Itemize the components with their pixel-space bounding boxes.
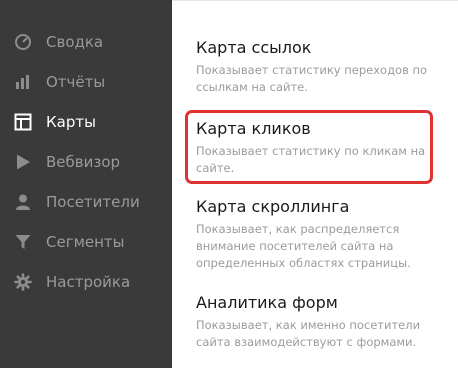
card-title: Карта скроллинга <box>196 197 350 216</box>
sidebar-item-segmenty[interactable]: Сегменты <box>0 222 172 262</box>
card-description: Показывает статистику переходов по ссылк… <box>196 63 428 94</box>
card-click-map[interactable]: Карта кликов Показывает статистику по кл… <box>196 118 454 177</box>
sidebar-item-otchety[interactable]: Отчёты <box>0 62 172 102</box>
sidebar-item-vebvizor[interactable]: Вебвизор <box>0 142 172 182</box>
dashboard-gauge-icon <box>14 33 32 51</box>
sidebar-item-label: Карты <box>46 113 96 131</box>
bar-chart-icon <box>14 73 32 91</box>
sidebar-item-posetiteli[interactable]: Посетители <box>0 182 172 222</box>
main-content: Карта ссылок Показывает статистику перех… <box>172 0 458 368</box>
play-icon <box>14 153 32 171</box>
sidebar-item-label: Настройка <box>46 273 131 291</box>
card-link-map[interactable]: Карта ссылок Показывает статистику перех… <box>196 37 454 96</box>
card-title: Карта кликов <box>196 119 311 138</box>
user-icon <box>14 193 32 211</box>
sidebar-item-nastroyka[interactable]: Настройка <box>0 262 172 302</box>
sidebar-item-label: Сегменты <box>46 233 125 251</box>
card-title: Аналитика форм <box>196 293 338 312</box>
card-form-analytics[interactable]: Аналитика форм Показывает, как именно по… <box>196 292 454 351</box>
sidebar-item-label: Вебвизор <box>46 153 121 171</box>
card-scroll-map[interactable]: Карта скроллинга Показывает, как распред… <box>196 196 454 272</box>
gear-icon <box>14 273 32 291</box>
card-title: Карта ссылок <box>196 38 312 57</box>
sidebar-item-label: Отчёты <box>46 73 106 91</box>
card-description: Показывает, как именно посетители сайта … <box>196 318 421 349</box>
sidebar-item-svodka[interactable]: Сводка <box>0 22 172 62</box>
card-description: Показывает, как распределяется внимание … <box>196 222 411 270</box>
sidebar-item-karty[interactable]: Карты <box>0 102 172 142</box>
map-layout-icon <box>14 113 32 131</box>
sidebar-item-label: Сводка <box>46 33 104 51</box>
sidebar: Сводка Отчёты Карты Вебвизор Посетители … <box>0 0 172 368</box>
sidebar-item-label: Посетители <box>46 193 140 211</box>
card-description: Показывает статистику по кликам на сайте… <box>196 144 426 175</box>
filter-funnel-icon <box>14 233 32 251</box>
